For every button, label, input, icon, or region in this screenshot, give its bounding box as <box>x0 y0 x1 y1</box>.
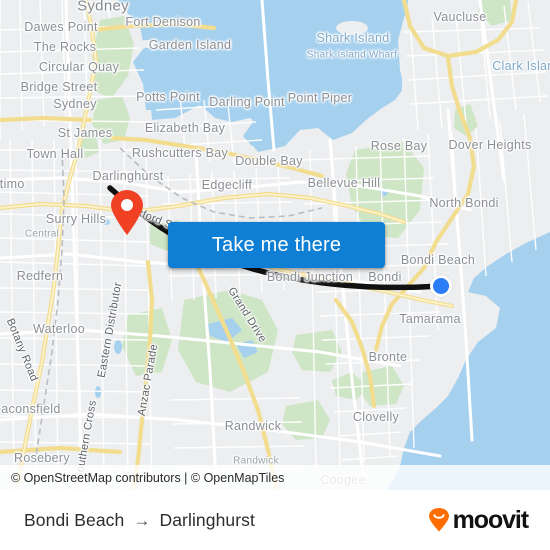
map-attribution-bar: © OpenStreetMap contributors | © OpenMap… <box>0 465 550 490</box>
moovit-wordmark: moovit <box>452 505 529 534</box>
moovit-logo[interactable]: moovit <box>428 505 529 534</box>
arrow-right-icon: → <box>133 510 151 530</box>
footer-bar: Bondi Beach → Darlinghurst moovit <box>0 490 550 550</box>
moovit-route-widget: Sydney Dawes Point Fort Denison The Rocks Sh… <box>0 0 550 550</box>
attribution-text[interactable]: © OpenStreetMap contributors | © OpenMap… <box>11 471 284 485</box>
route-destination-label: Darlinghurst <box>159 509 255 530</box>
route-origin-label: Bondi Beach <box>24 509 125 530</box>
map-canvas[interactable]: Sydney Dawes Point Fort Denison The Rocks Sh… <box>0 0 550 490</box>
moovit-pin-icon <box>428 508 449 532</box>
destination-marker-dot[interactable] <box>430 275 452 297</box>
take-me-there-button[interactable]: Take me there <box>168 222 385 268</box>
route-summary: Bondi Beach → Darlinghurst <box>24 510 255 531</box>
